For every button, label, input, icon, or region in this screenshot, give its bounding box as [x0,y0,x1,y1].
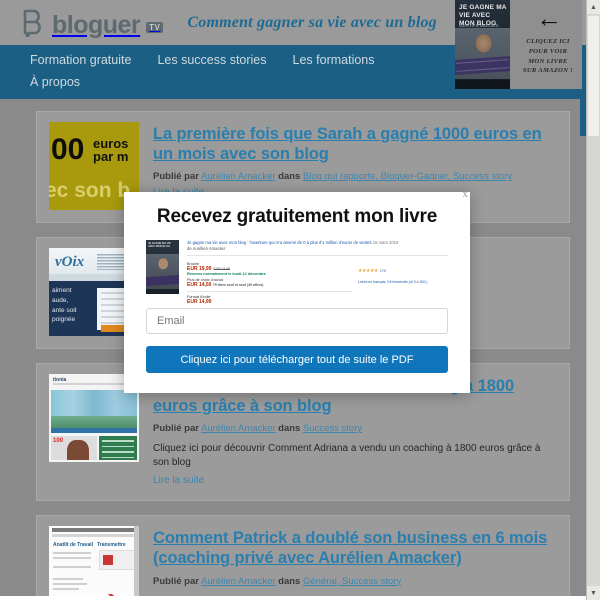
product-columns: Broché EUR 19,99 EUR 24,99 Recevez normal… [187,259,448,305]
scroll-down-arrow-icon[interactable]: ▼ [587,586,600,600]
product-title-line: Je gagne ma vie avec mon blog : l'aventu… [187,240,448,252]
left-arrow-icon: ← [536,3,562,33]
thumb-scrollbar [134,526,139,600]
post-meta-dans: dans [278,423,301,435]
post-categories-link[interactable]: Blog qui rapporte, Bloguer-Gagner, Succe… [303,171,512,182]
product-title[interactable]: Je gagne ma vie avec mon blog : l'aventu… [187,240,372,245]
site-logo[interactable]: bloguer TV [22,9,164,39]
thumb-brand-text: vOix [55,254,85,270]
post-author-link[interactable]: Aurélien Amacker [201,171,275,182]
post-excerpt: Cliquez ici pour découvrir Comment Adria… [153,443,541,469]
thumb-hero-text: aiment aude, ante soit poignée [52,286,92,325]
scroll-up-arrow-icon[interactable]: ▲ [587,0,600,14]
thumb-hero-line-1: aiment [52,287,72,294]
post-meta: Publié par Aurélien Amacker dans Success… [153,423,557,434]
post-meta: Publié par Aurélien Amacker dans Général… [153,576,557,587]
post-categories-link[interactable]: Général, Success story [303,576,401,587]
nav-item-success-stories[interactable]: Les success stories [157,53,266,67]
post-title-link[interactable]: La première fois que Sarah a gagné 1000 … [153,125,542,163]
product-other-note: 79 titres neuf et neuf (45 offres) [212,283,264,288]
product-language-note: Livres en français, Kit Immersifs (of 3 … [358,280,428,285]
product-byline: de Aurélien Amacker [187,246,226,252]
amazon-book-ad[interactable]: JE GAGNE MA VIE AVEC MON BLOG AURÉLIEN A… [455,0,582,89]
post-author-link[interactable]: Aurélien Amacker [201,423,275,434]
post-title-link[interactable]: Comment Patrick a doublé son business en… [153,529,547,567]
ad-cta-text: CLIQUEZ ICI POUR VOIR MON LIVRE SUR AMAZ… [516,37,580,77]
product-other-price: EUR 14,50 79 titres neuf et neuf (45 off… [187,282,352,288]
site-tagline: Comment gagner sa vie avec un blog [187,13,437,31]
thumb-green-card [99,436,137,460]
page-root: bloguer TV Comment gagner sa vie avec un… [0,0,600,600]
post-meta-dans: dans [278,171,301,183]
thumb-text-small-2: par m [93,149,129,164]
post-body: Comment Patrick a doublé son business en… [153,526,557,600]
post-meta-publie-par: Publié par [153,575,199,587]
product-rating-column: ★★★★★ 170 Livres en français, Kit Immersi… [352,259,448,305]
product-divider [187,255,448,257]
thumb-promo-box [99,550,135,571]
post-meta: Publié par Aurélien Amacker dans Blog qu… [153,171,557,182]
post-meta-publie-par: Publié par [153,423,199,435]
page-scrollbar[interactable]: ▲ ▼ [586,0,600,600]
post-categories-link[interactable]: Success story [303,423,362,434]
product-price-column: Broché EUR 19,99 EUR 24,99 Recevez normal… [187,259,352,305]
thumb-hero-line-3: ante soit [52,306,77,314]
product-divider-2 [187,291,352,293]
product-cover-image: JE GAGNE MA VIE AVEC MON BLOG [146,240,179,294]
email-input[interactable] [146,308,448,334]
thumb-subline [53,383,133,385]
page-bottom-edge [0,596,586,600]
ad-cta-line-2: POUR VOIR [528,47,568,55]
star-rating-icon: ★★★★★ [358,268,378,275]
close-icon[interactable]: x [463,188,469,200]
product-price-value: EUR 19,99 [187,265,212,272]
post-author-link[interactable]: Aurélien Amacker [201,576,275,587]
thumb-text-small: euros par m [93,137,128,163]
post-item[interactable]: Anatlit de Travail Transmettre Comment P… [36,515,570,600]
logo-wordmark: bloguer [52,10,141,39]
thumb-tabs-bar [51,428,137,433]
ad-cta-line-3: MON LIVRE [528,57,568,65]
product-other-price-value: EUR 14,50 [187,282,212,289]
product-price-strike: EUR 24,99 [213,266,231,271]
thumb-topbar [52,528,136,533]
post-thumbnail[interactable]: Anatlit de Travail Transmettre [49,526,139,600]
nav-item-formation-gratuite[interactable]: Formation gratuite [30,53,131,67]
book-cover-footer [455,80,510,89]
modal-title: Recevez gratuitement mon livre [156,206,438,227]
thumb-text-big: 00 [51,133,85,166]
product-delivery: Recevez normalement le lundi 12 décembre [187,271,266,276]
product-details: Je gagne ma vie avec mon blog : l'aventu… [187,240,448,305]
product-kindle-price: EUR 14,99 [187,299,212,306]
thumb-heading-left: Anatlit de Travail [53,542,94,549]
nav-item-a-propos[interactable]: À propos [30,75,80,89]
ad-callout: ← CLIQUEZ ICI POUR VOIR MON LIVRE SUR AM… [510,0,582,76]
scrollbar-thumb[interactable] [588,16,599,136]
post-meta-dans: dans [278,575,301,587]
post-read-more-link[interactable]: Lire la suite [153,475,204,486]
book-cover-image: JE GAGNE MA VIE AVEC MON BLOG AURÉLIEN A… [455,0,510,89]
post-meta-publie-par: Publié par [153,171,199,183]
thumb-heading-right: Transmettre [97,542,126,549]
nav-item-formations[interactable]: Les formations [293,53,375,67]
ad-cta-line-4: SUR AMAZON ! [522,67,574,75]
optin-modal: x Recevez gratuitement mon livre JE GAGN… [124,188,470,393]
thumb-image-strip [51,390,137,428]
download-pdf-button[interactable]: Cliquez ici pour télécharger tout de sui… [146,346,448,373]
thumb-text-bottom: ec son b [49,179,131,202]
review-count[interactable]: 170 [380,269,386,273]
logo-tv-badge: TV [146,21,164,33]
thumb-hero-line-2: aude, [52,296,69,304]
thumb-subbar [52,534,136,537]
product-date: 15 mars 2016 [372,240,399,245]
amazon-product-listing: JE GAGNE MA VIE AVEC MON BLOG Je gagne m… [146,240,448,305]
thumb-hero-line-4: poignée [52,316,76,324]
product-cover-title: JE GAGNE MA VIE AVEC MON BLOG [148,242,171,249]
thumb-red-text: 100 [53,438,64,444]
bloguer-b-speech-bubble-icon [22,9,48,37]
product-rating: ★★★★★ 170 [358,259,448,277]
ad-cta-line-1: CLIQUEZ ICI [526,37,570,45]
